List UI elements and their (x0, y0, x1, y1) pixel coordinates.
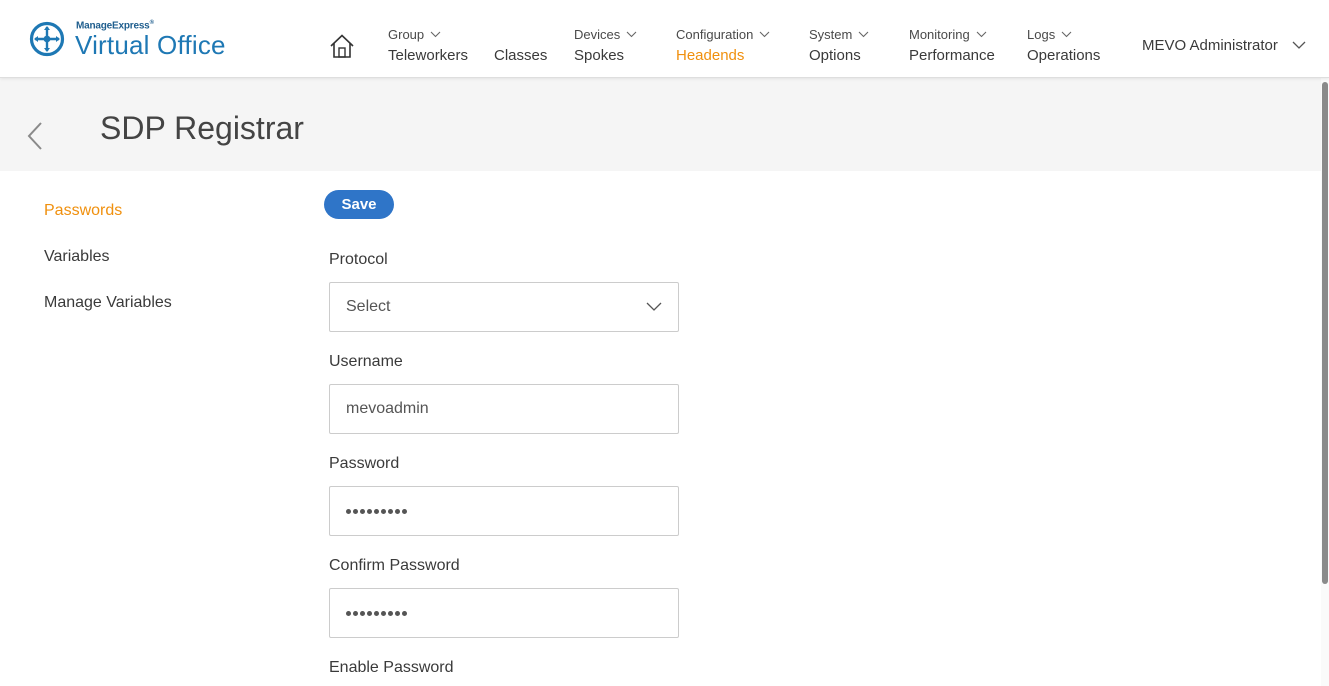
enable-password-label: Enable Password (329, 659, 454, 676)
mask-dot (353, 508, 358, 514)
nav-monitoring-dropdown[interactable]: Monitoring (909, 26, 995, 42)
mask-dot (360, 508, 365, 514)
protocol-selected-value: Select (346, 298, 391, 315)
username-label: Username (329, 353, 403, 370)
nav-configuration-dropdown[interactable]: Configuration (676, 26, 770, 42)
chevron-down-icon (646, 302, 662, 311)
mask-dot (374, 508, 379, 514)
protocol-label: Protocol (329, 251, 388, 268)
chevron-down-icon (1061, 31, 1072, 37)
chevron-down-icon (976, 31, 987, 37)
page-title: SDP Registrar (100, 110, 304, 146)
scrollbar-thumb[interactable] (1322, 82, 1328, 584)
mask-dot (402, 508, 407, 514)
nav-headends[interactable]: Configuration Headends (676, 26, 770, 64)
home-icon[interactable] (329, 33, 355, 59)
user-name: MEVO Administrator (1142, 37, 1278, 54)
mask-dot (395, 610, 400, 616)
logo-product-name: Virtual Office (75, 30, 226, 60)
chevron-down-icon (430, 31, 441, 37)
nav-logs-dropdown[interactable]: Logs (1027, 26, 1100, 42)
top-navigation-bar: ManageExpress® Virtual Office Group Tele… (0, 0, 1329, 78)
brand-logo[interactable]: ManageExpress® Virtual Office (29, 19, 239, 61)
nav-devices-label: Devices (574, 26, 621, 42)
nav-logs-label: Logs (1027, 26, 1056, 42)
user-menu[interactable]: MEVO Administrator (1142, 37, 1306, 54)
protocol-select[interactable]: Select (329, 282, 679, 332)
mask-dot (374, 610, 379, 616)
nav-group-label: Group (388, 26, 425, 42)
nav-teleworkers[interactable]: Group Teleworkers (388, 26, 469, 65)
chevron-down-icon (759, 31, 770, 37)
mask-dot (388, 610, 393, 616)
save-button[interactable]: Save (324, 190, 394, 219)
nav-spokes[interactable]: Devices Spokes (574, 26, 637, 64)
mask-dot (388, 508, 393, 514)
nav-options-label: Options (809, 47, 861, 64)
sidebar-item-variables[interactable]: Variables (44, 248, 110, 266)
mask-dot (381, 508, 386, 514)
mask-dot (367, 610, 372, 616)
nav-configuration-label: Configuration (676, 26, 754, 42)
password-label: Password (329, 455, 400, 472)
username-input[interactable]: mevoadmin (329, 384, 679, 434)
chevron-down-icon (626, 31, 637, 37)
nav-performance-label: Performance (909, 47, 995, 64)
password-input[interactable] (329, 486, 679, 536)
nav-spokes-label: Spokes (574, 47, 625, 64)
mask-dot (395, 508, 400, 514)
chevron-down-icon (1292, 41, 1306, 49)
username-value: mevoadmin (346, 400, 429, 417)
confirm-password-mask (346, 610, 407, 616)
chevron-down-icon (858, 31, 869, 37)
mask-dot (402, 610, 407, 616)
nav-monitoring-label: Monitoring (909, 26, 970, 42)
logo-compass-icon (29, 21, 65, 57)
nav-operations-label: Operations (1027, 47, 1101, 64)
nav-performance[interactable]: Monitoring Performance (909, 26, 995, 65)
nav-system-label: System (809, 26, 853, 42)
mask-dot (360, 610, 365, 616)
mask-dot (346, 610, 351, 616)
nav-teleworkers-label: Teleworkers (388, 47, 469, 64)
nav-options[interactable]: System Options (809, 26, 869, 64)
mask-dot (381, 610, 386, 616)
mask-dot (353, 610, 358, 616)
nav-classes[interactable]: Classes (494, 47, 547, 64)
sidebar-item-passwords[interactable]: Passwords (44, 202, 122, 220)
nav-group-dropdown[interactable]: Group (388, 26, 468, 42)
nav-operations[interactable]: Logs Operations (1027, 26, 1101, 65)
mask-dot (367, 508, 372, 514)
nav-headends-label: Headends (676, 47, 745, 64)
mask-dot (346, 508, 351, 514)
nav-devices-dropdown[interactable]: Devices (574, 26, 637, 42)
sidebar-item-manage-variables[interactable]: Manage Variables (44, 294, 172, 312)
confirm-password-input[interactable] (329, 588, 679, 638)
confirm-password-label: Confirm Password (329, 557, 460, 574)
back-arrow-icon[interactable] (26, 121, 44, 151)
password-mask (346, 508, 407, 514)
nav-system-dropdown[interactable]: System (809, 26, 869, 42)
